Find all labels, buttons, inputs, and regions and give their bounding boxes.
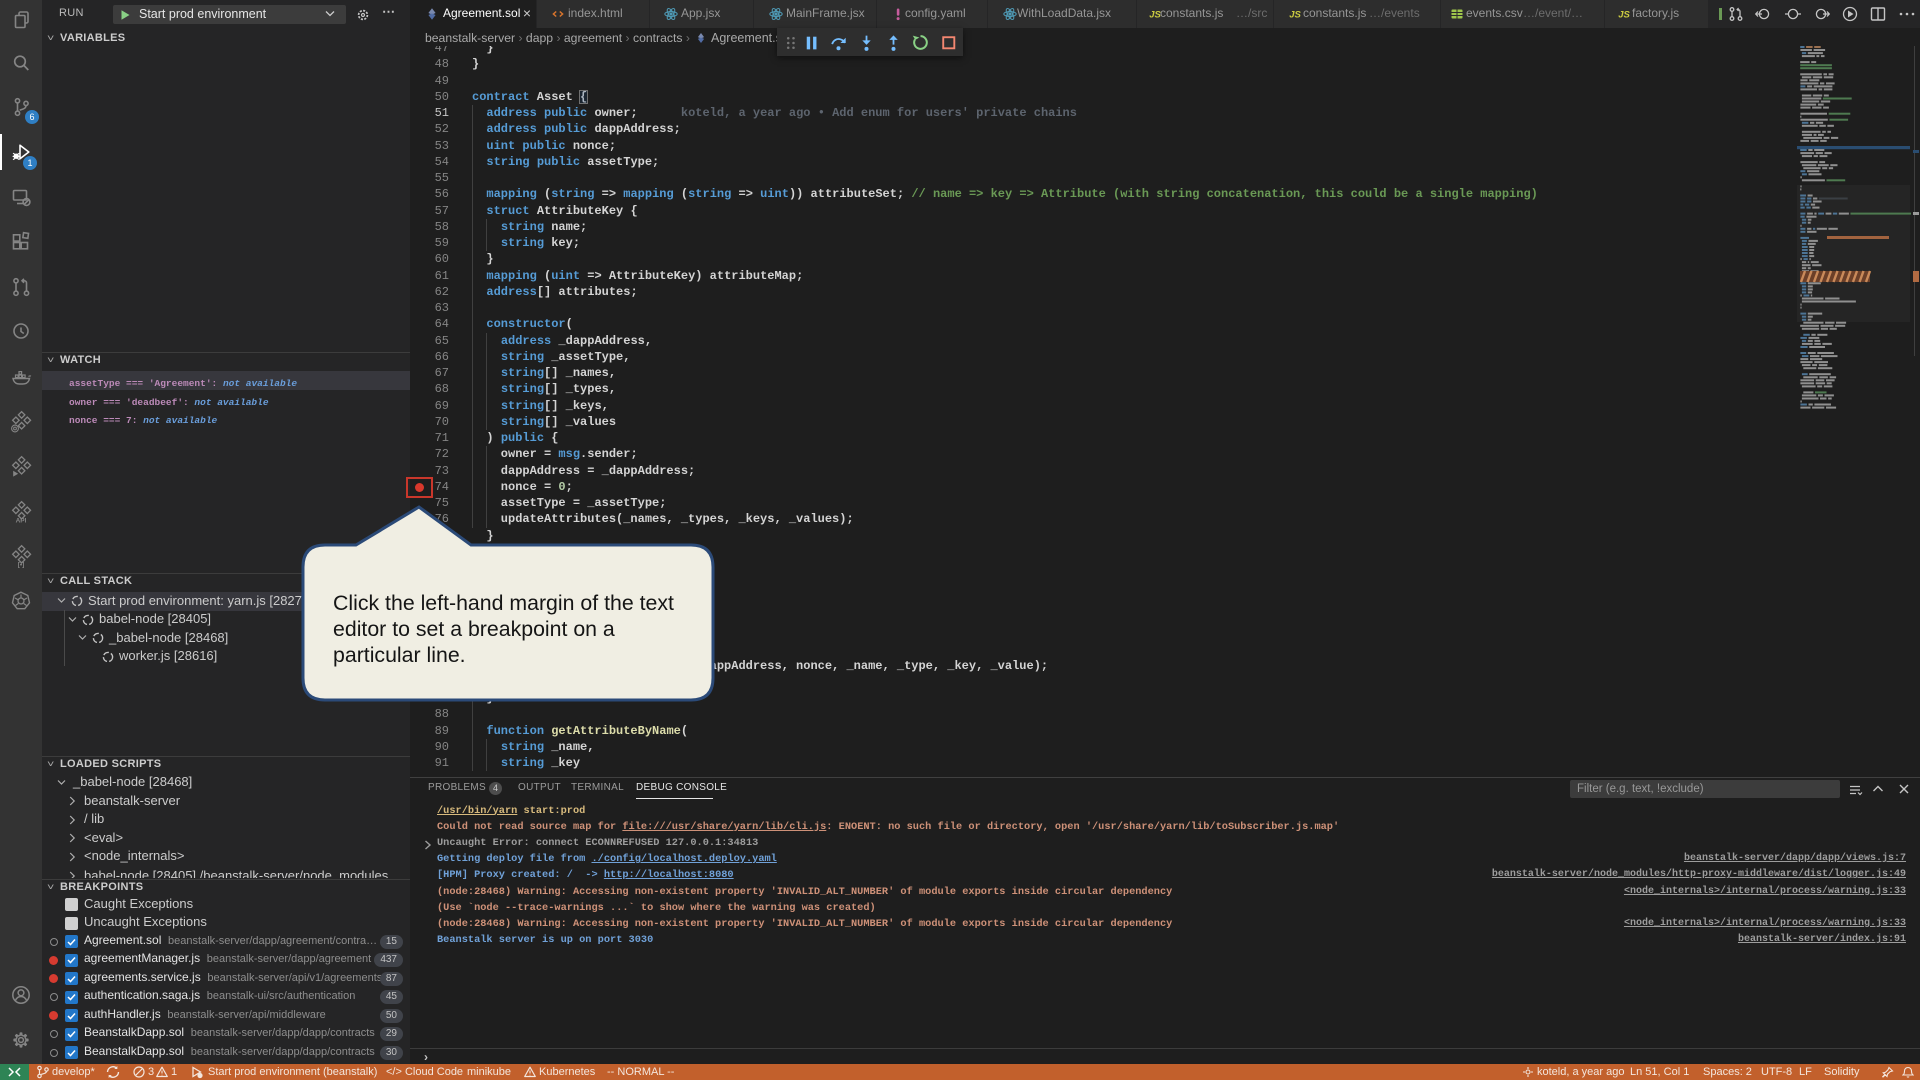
svg-text:JS: JS [1618, 10, 1630, 21]
svg-text:JS: JS [1289, 10, 1301, 21]
svg-text:[•]: [•] [18, 562, 25, 569]
svg-text:API: API [16, 518, 27, 525]
